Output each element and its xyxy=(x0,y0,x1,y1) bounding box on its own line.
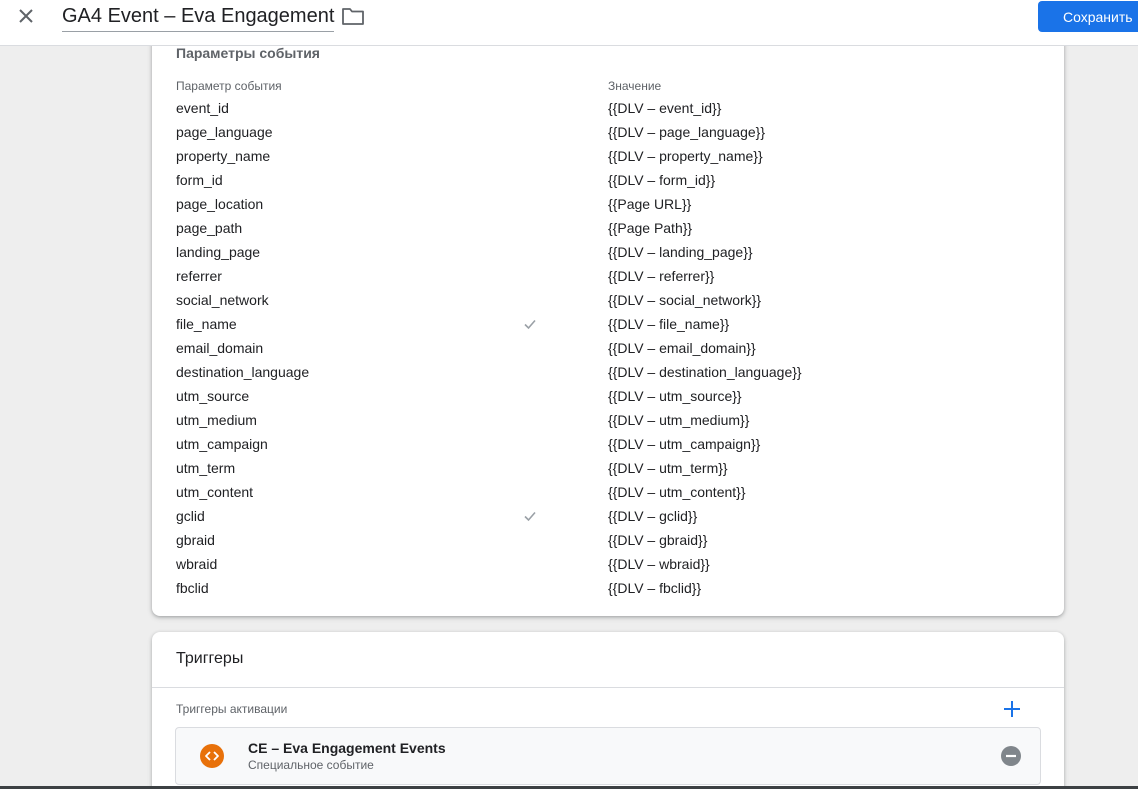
check-icon xyxy=(524,511,536,522)
column-header-parameter: Параметр события xyxy=(176,79,282,93)
column-header-value: Значение xyxy=(608,79,662,93)
divider xyxy=(152,687,1064,688)
parameter-value: {{DLV – utm_campaign}} xyxy=(608,436,761,452)
parameter-name: utm_source xyxy=(176,388,250,404)
parameter-name: file_name xyxy=(176,316,237,332)
parameter-value: {{DLV – gbraid}} xyxy=(608,532,708,548)
parameter-name: utm_medium xyxy=(176,412,257,428)
save-button[interactable]: Сохранить xyxy=(1038,1,1138,32)
parameter-row: page_path {{Page Path}} xyxy=(152,220,1064,244)
parameter-value: {{DLV – property_name}} xyxy=(608,148,763,164)
parameter-name: utm_term xyxy=(176,460,236,476)
triggers-title: Триггеры xyxy=(176,650,244,667)
top-bar: GA4 Event – Eva Engagement Сохранить xyxy=(0,0,1138,46)
parameter-row: form_id {{DLV – form_id}} xyxy=(152,172,1064,196)
parameter-value: {{DLV – fbclid}} xyxy=(608,580,702,596)
parameter-value: {{DLV – referrer}} xyxy=(608,268,715,284)
parameter-value: {{DLV – utm_term}} xyxy=(608,460,728,476)
parameter-name: landing_page xyxy=(176,244,261,260)
parameter-row: gclid {{DLV – gclid}} xyxy=(152,508,1064,532)
parameter-value: {{DLV – social_network}} xyxy=(608,292,762,308)
trigger-type: Специальное событие xyxy=(248,758,374,772)
parameter-value: {{Page Path}} xyxy=(608,220,693,236)
parameter-value: {{DLV – file_name}} xyxy=(608,316,730,332)
firing-triggers-label: Триггеры активации xyxy=(176,702,288,716)
parameter-value: {{DLV – gclid}} xyxy=(608,508,698,524)
parameter-name: page_location xyxy=(176,196,264,212)
parameter-row: page_location {{Page URL}} xyxy=(152,196,1064,220)
parameter-name: gclid xyxy=(176,508,205,524)
parameter-row: social_network {{DLV – social_network}} xyxy=(152,292,1064,316)
parameter-value: {{DLV – landing_page}} xyxy=(608,244,753,260)
parameter-name: property_name xyxy=(176,148,271,164)
parameter-row: destination_language {{DLV – destination_… xyxy=(152,364,1064,388)
folder-icon[interactable] xyxy=(341,6,365,26)
parameter-value: {{DLV – utm_content}} xyxy=(608,484,746,500)
parameter-row: page_language {{DLV – page_language}} xyxy=(152,124,1064,148)
parameter-value: {{Page URL}} xyxy=(608,196,692,212)
parameter-row: gbraid {{DLV – gbraid}} xyxy=(152,532,1064,556)
check-icon xyxy=(524,319,536,330)
parameter-row: utm_content {{DLV – utm_content}} xyxy=(152,484,1064,508)
parameter-row: event_id {{DLV – event_id}} xyxy=(152,100,1064,124)
parameter-row: utm_campaign {{DLV – utm_campaign}} xyxy=(152,436,1064,460)
parameter-row: utm_source {{DLV – utm_source}} xyxy=(152,388,1064,412)
parameter-row: utm_term {{DLV – utm_term}} xyxy=(152,460,1064,484)
parameter-row: referrer {{DLV – referrer}} xyxy=(152,268,1064,292)
trigger-name: CE – Eva Engagement Events xyxy=(248,740,446,756)
parameter-name: email_domain xyxy=(176,340,264,356)
parameter-name: wbraid xyxy=(176,556,218,572)
parameter-name: fbclid xyxy=(176,580,209,596)
parameter-value: {{DLV – utm_medium}} xyxy=(608,412,750,428)
parameter-name: page_language xyxy=(176,124,273,140)
triggers-card: Триггеры Триггеры активации CE – Eva Eng… xyxy=(152,632,1064,789)
code-icon xyxy=(200,744,224,768)
parameter-name: page_path xyxy=(176,220,243,236)
parameter-name: utm_campaign xyxy=(176,436,268,452)
parameter-name: gbraid xyxy=(176,532,215,548)
parameter-value: {{DLV – form_id}} xyxy=(608,172,716,188)
section-title: Параметры события xyxy=(176,45,320,61)
parameter-value: {{DLV – event_id}} xyxy=(608,100,722,116)
plus-icon[interactable] xyxy=(1002,699,1022,719)
parameter-name: form_id xyxy=(176,172,223,188)
minus-circle-icon[interactable] xyxy=(1001,746,1021,766)
parameter-name: destination_language xyxy=(176,364,310,380)
parameter-name: event_id xyxy=(176,100,229,116)
parameter-row: email_domain {{DLV – email_domain}} xyxy=(152,340,1064,364)
parameter-value: {{DLV – destination_language}} xyxy=(608,364,802,380)
tag-title[interactable]: GA4 Event – Eva Engagement xyxy=(62,4,335,32)
parameter-value: {{DLV – page_language}} xyxy=(608,124,766,140)
parameter-row: landing_page {{DLV – landing_page}} xyxy=(152,244,1064,268)
parameter-value: {{DLV – email_domain}} xyxy=(608,340,756,356)
event-parameters-card: Параметры события Параметр события Значе… xyxy=(152,30,1064,616)
trigger-item[interactable]: CE – Eva Engagement Events Специальное с… xyxy=(175,727,1041,785)
parameter-name: social_network xyxy=(176,292,269,308)
parameter-name: utm_content xyxy=(176,484,254,500)
parameter-row: property_name {{DLV – property_name}} xyxy=(152,148,1064,172)
parameter-value: {{DLV – wbraid}} xyxy=(608,556,710,572)
close-icon[interactable] xyxy=(14,4,38,28)
parameter-row: fbclid {{DLV – fbclid}} xyxy=(152,580,1064,604)
parameter-row: file_name {{DLV – file_name}} xyxy=(152,316,1064,340)
parameter-row: wbraid {{DLV – wbraid}} xyxy=(152,556,1064,580)
parameter-value: {{DLV – utm_source}} xyxy=(608,388,742,404)
parameter-name: referrer xyxy=(176,268,222,284)
parameter-row: utm_medium {{DLV – utm_medium}} xyxy=(152,412,1064,436)
